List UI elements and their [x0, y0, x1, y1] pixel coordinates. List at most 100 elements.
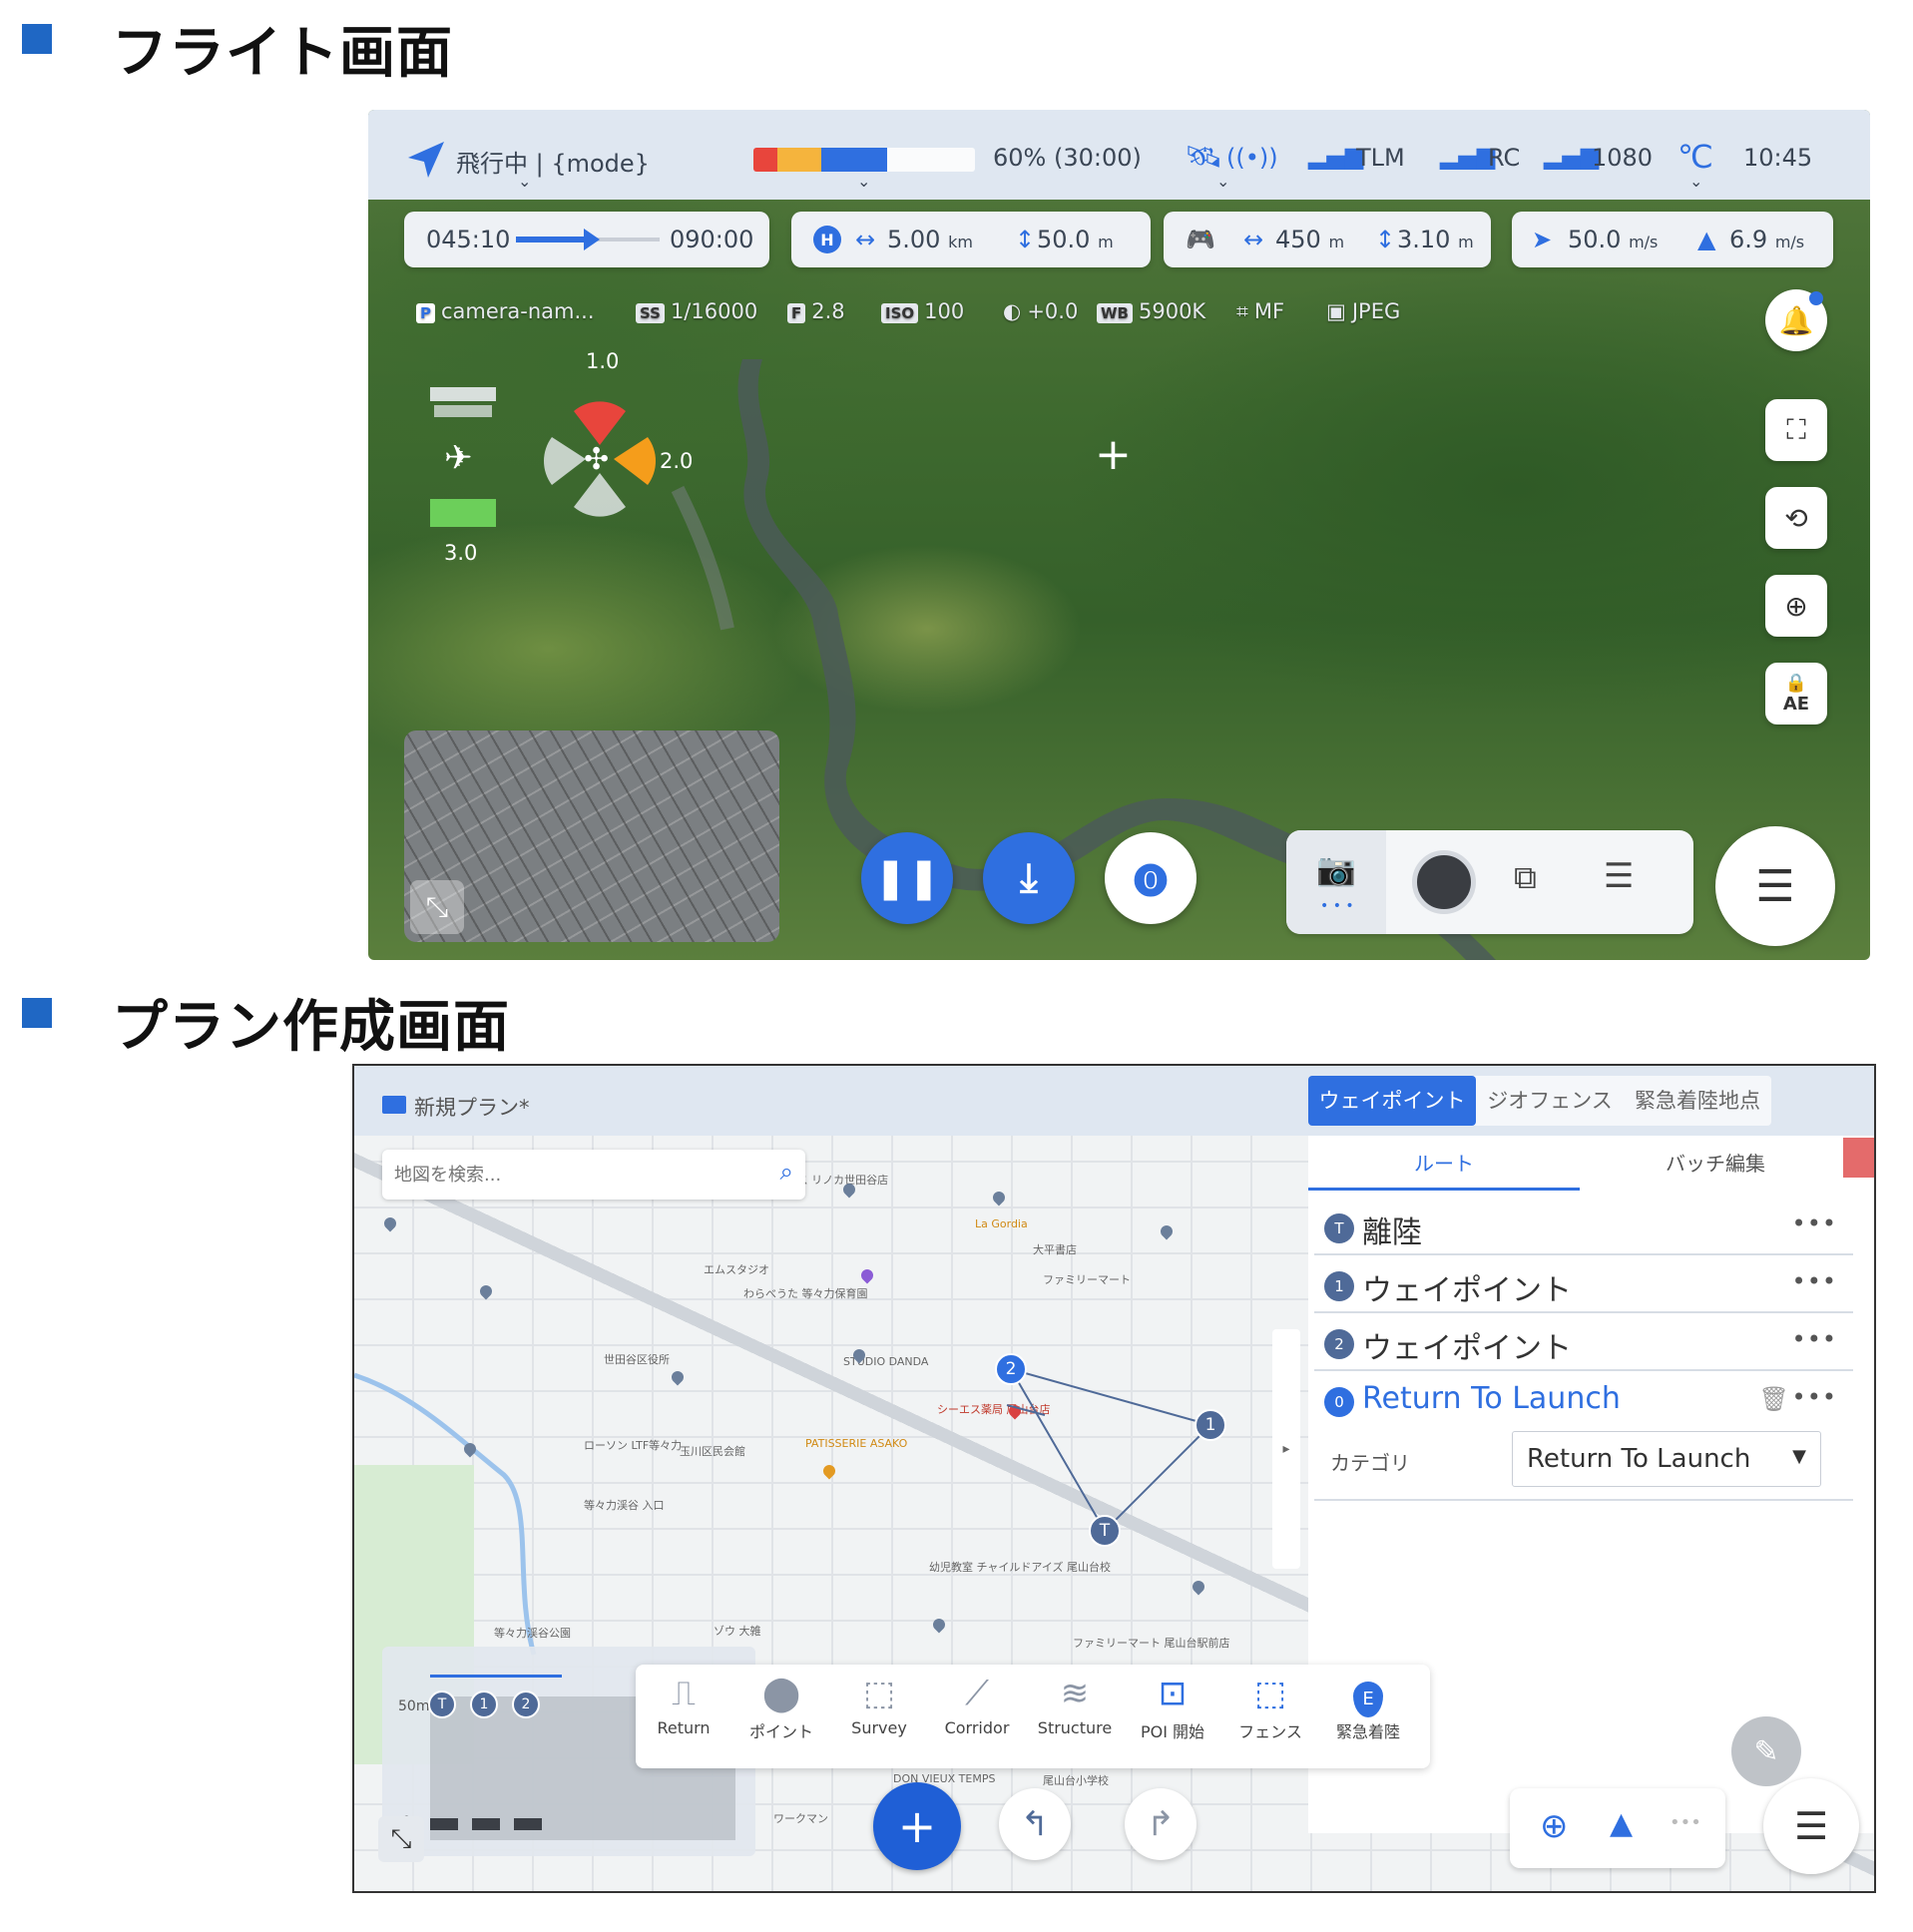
- aperture[interactable]: F 2.8: [787, 299, 845, 323]
- switch-camera-icon[interactable]: ⟲: [1765, 487, 1827, 549]
- iso[interactable]: ISO 100: [881, 299, 964, 323]
- image-format[interactable]: ▣ JPEG: [1326, 299, 1400, 323]
- total-time: 090:00: [670, 226, 754, 253]
- tab-geofence[interactable]: ジオフェンス: [1476, 1076, 1624, 1126]
- pause-button[interactable]: ❚❚: [861, 832, 953, 924]
- tlm-label[interactable]: TLM: [1356, 144, 1405, 172]
- category-select[interactable]: Return To Launch ▼: [1512, 1431, 1821, 1487]
- camera-mode[interactable]: Pcamera-nam...: [416, 299, 595, 323]
- land-button[interactable]: ⤓: [983, 832, 1075, 924]
- subtab-underline: [1308, 1188, 1580, 1191]
- tool-emergency-landing[interactable]: E 緊急着陸: [1322, 1669, 1414, 1768]
- route-item-waypoint-1[interactable]: 1 ウェイポイント •••: [1314, 1257, 1853, 1313]
- tool-corridor[interactable]: ⟋ Corridor: [931, 1669, 1023, 1768]
- locate-icon[interactable]: ⊕: [1540, 1806, 1569, 1846]
- more-icon[interactable]: •••: [1670, 1812, 1701, 1833]
- navigation-arrow-icon[interactable]: [406, 140, 446, 180]
- flight-status[interactable]: 飛行中 | {mode}: [456, 144, 650, 179]
- structure-icon: ≋: [1060, 1674, 1090, 1713]
- cast-icon[interactable]: ⧉: [1514, 858, 1537, 897]
- home-icon: H: [813, 226, 841, 253]
- focus-mode[interactable]: ⌗ MF: [1236, 299, 1284, 324]
- zoom-in-icon[interactable]: ⊕: [1765, 575, 1827, 637]
- add-button[interactable]: +: [873, 1782, 961, 1870]
- obstacle-left-sector: [544, 437, 586, 485]
- home-distance-pill[interactable]: H ↔ 5.00 km ↕ 50.0 m: [791, 212, 1151, 267]
- chevron-down-icon[interactable]: ⌄: [857, 172, 870, 191]
- more-options-icon[interactable]: •••: [1792, 1267, 1837, 1295]
- camera-mode-tab[interactable]: 📷 • • •: [1286, 830, 1386, 934]
- map-waypoint-takeoff[interactable]: T: [1089, 1515, 1121, 1547]
- tool-structure[interactable]: ≋ Structure: [1029, 1669, 1121, 1768]
- route-item-return[interactable]: 0 Return To Launch 🗑 •••: [1314, 1373, 1853, 1429]
- compass-icon[interactable]: ▲: [1610, 1806, 1633, 1841]
- route-item-label: ウェイポイント: [1362, 1331, 1572, 1366]
- search-icon[interactable]: ⌕: [780, 1158, 793, 1186]
- map-waypoint-2[interactable]: 2: [995, 1353, 1027, 1385]
- route-item-badge: 1: [1324, 1271, 1354, 1301]
- tool-point[interactable]: ⬤ ポイント: [735, 1669, 827, 1768]
- white-balance[interactable]: WB 5900K: [1097, 299, 1205, 323]
- more-options-icon[interactable]: •••: [1792, 1325, 1837, 1353]
- battery-segment-blue: [821, 148, 887, 172]
- more-options-icon[interactable]: •••: [1792, 1209, 1837, 1237]
- tool-return[interactable]: ⎍ Return: [638, 1669, 729, 1768]
- chevron-down-icon[interactable]: ⌄: [1689, 172, 1702, 191]
- trash-icon[interactable]: 🗑: [1759, 1385, 1789, 1413]
- settings-sliders-icon[interactable]: ☰: [1604, 856, 1634, 896]
- mission-timer-pill[interactable]: 045:10 090:00: [404, 212, 769, 267]
- broadcast-icon[interactable]: ((•)): [1226, 144, 1278, 172]
- speed-pill[interactable]: ➤ 50.0 m/s ▲ 6.9 m/s: [1512, 212, 1833, 267]
- shutter-button[interactable]: [1412, 850, 1476, 914]
- vertical-distance-icon: ↕: [1375, 226, 1396, 253]
- emergency-landing-icon: E: [1322, 1669, 1414, 1718]
- profile-point-2: 2: [512, 1690, 540, 1718]
- rc-label[interactable]: RC: [1488, 144, 1520, 172]
- ev-icon: ◐: [1003, 299, 1022, 323]
- camera-control-bar: 📷 • • • ⧉ ☰: [1286, 830, 1693, 934]
- route-item-badge: T: [1324, 1213, 1354, 1243]
- video-resolution[interactable]: 1080: [1592, 144, 1653, 172]
- exposure-compensation[interactable]: ◐ +0.0: [1003, 299, 1078, 323]
- ae-lock-icon[interactable]: 🔒 AE: [1765, 663, 1827, 724]
- map-search-box[interactable]: ⌕: [382, 1150, 805, 1200]
- remote-distance-pill[interactable]: 🎮 ↔ 450 m ↕ 3.10 m: [1164, 212, 1491, 267]
- shutter-speed[interactable]: SS 1/16000: [636, 299, 757, 323]
- redo-button[interactable]: ↱: [1125, 1788, 1196, 1860]
- tool-poi[interactable]: ⊡ POI 開始: [1127, 1669, 1218, 1768]
- minimize-icon[interactable]: ⤡: [410, 880, 464, 934]
- more-options-icon[interactable]: •••: [1792, 1383, 1837, 1411]
- map-search-input[interactable]: [394, 1160, 753, 1190]
- panel-collapse-handle[interactable]: ▸: [1272, 1329, 1300, 1569]
- tool-survey[interactable]: ⬚ Survey: [833, 1669, 925, 1768]
- map-waypoint-1[interactable]: 1: [1195, 1409, 1226, 1441]
- satellite-icon[interactable]: 🛰: [1185, 140, 1222, 175]
- mode-dots-icon: • • •: [1320, 898, 1354, 914]
- minimize-icon[interactable]: ⤡: [378, 1816, 424, 1862]
- mission-tool-palette: ⎍ Return ⬤ ポイント ⬚ Survey ⟋ Corridor ≋ Structu…: [636, 1665, 1430, 1768]
- chevron-down-icon[interactable]: ⌄: [1216, 172, 1229, 191]
- point-icon: ⬤: [761, 1674, 801, 1713]
- undo-button[interactable]: ↰: [999, 1788, 1071, 1860]
- subtab-route[interactable]: ルート: [1308, 1148, 1580, 1188]
- tab-waypoint[interactable]: ウェイポイント: [1308, 1076, 1476, 1126]
- temperature-icon[interactable]: ℃: [1677, 138, 1713, 176]
- route-item-takeoff[interactable]: T 離陸 •••: [1314, 1200, 1853, 1255]
- obstacle-right-value: 2.0: [660, 449, 694, 473]
- chevron-down-icon[interactable]: ⌄: [518, 172, 531, 191]
- emergency-stop-button[interactable]: ⓿: [1105, 832, 1196, 924]
- tab-emergency-landing[interactable]: 緊急着陸地点: [1624, 1076, 1771, 1126]
- mini-map[interactable]: ⤡: [404, 730, 779, 942]
- battery-bar[interactable]: [753, 148, 975, 172]
- tool-fence[interactable]: ⬚ フェンス: [1224, 1669, 1316, 1768]
- subtab-batch-edit[interactable]: バッチ編集: [1580, 1148, 1851, 1188]
- drone-top-icon: ✣: [584, 442, 609, 477]
- main-menu-button[interactable]: ☰: [1715, 826, 1835, 946]
- plan-menu-button[interactable]: ☰: [1763, 1778, 1859, 1874]
- flight-screen: 飛行中 | {mode} ⌄ 60% (30:00) ⌄ 🛰 ((•)) ⌄ ▂…: [368, 110, 1870, 960]
- center-crosshair-icon: +: [1095, 429, 1132, 480]
- focus-frame-icon[interactable]: ⛶: [1765, 399, 1827, 461]
- route-item-waypoint-2[interactable]: 2 ウェイポイント •••: [1314, 1315, 1853, 1371]
- edit-button[interactable]: ✎: [1731, 1716, 1801, 1786]
- horizontal-distance-icon: ↔: [855, 226, 876, 253]
